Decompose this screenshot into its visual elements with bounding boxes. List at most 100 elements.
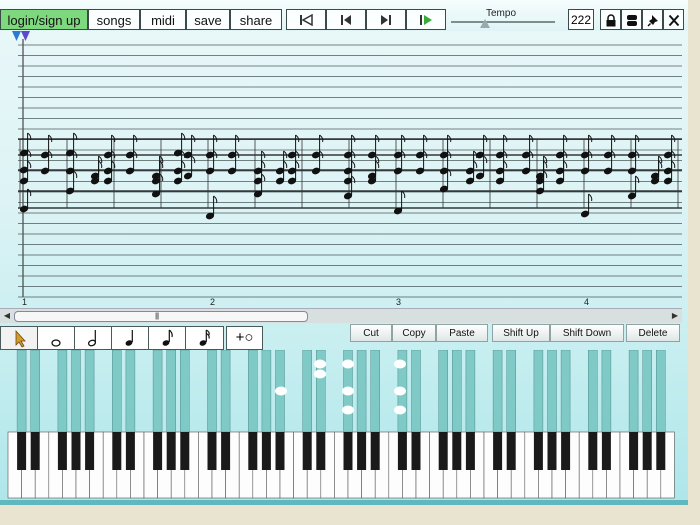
roll-column[interactable] (30, 350, 40, 433)
roll-column[interactable] (533, 350, 544, 433)
black-key[interactable] (370, 432, 380, 470)
roll-column[interactable] (370, 350, 380, 433)
step-forward-button[interactable] (366, 9, 406, 30)
roll-column[interactable] (560, 350, 571, 433)
eighth-note-tool[interactable] (149, 327, 186, 349)
roll-column[interactable] (180, 350, 190, 433)
select-tool[interactable] (1, 327, 38, 349)
roll-column[interactable] (71, 350, 81, 433)
roll-note[interactable] (314, 359, 326, 369)
black-key[interactable] (547, 432, 557, 470)
midi-button[interactable]: midi (140, 9, 186, 30)
black-key[interactable] (357, 432, 367, 470)
note-head[interactable] (90, 155, 103, 180)
roll-column[interactable] (465, 350, 476, 433)
roll-column[interactable] (547, 350, 557, 433)
black-key[interactable] (343, 432, 353, 470)
black-key[interactable] (533, 432, 543, 470)
black-key[interactable] (275, 432, 285, 470)
keyboard-toggle-button[interactable] (621, 9, 642, 30)
skip-to-start-button[interactable] (286, 9, 326, 30)
black-key[interactable] (248, 432, 258, 470)
roll-note[interactable] (342, 405, 354, 415)
note-head[interactable] (580, 193, 593, 218)
black-key[interactable] (57, 432, 67, 470)
note-head[interactable] (627, 175, 640, 200)
roll-column[interactable] (492, 350, 503, 433)
roll-note[interactable] (342, 386, 354, 396)
roll-note[interactable] (394, 405, 406, 415)
roll-column[interactable] (628, 350, 639, 433)
black-key[interactable] (125, 432, 135, 470)
black-key[interactable] (629, 432, 639, 470)
sixteenth-note-tool[interactable] (186, 327, 223, 349)
black-key[interactable] (642, 432, 652, 470)
roll-note[interactable] (275, 386, 287, 396)
note-head[interactable] (19, 132, 32, 157)
playhead-icon[interactable] (12, 31, 21, 41)
black-key[interactable] (506, 432, 516, 470)
login-button[interactable]: login/sign up (0, 9, 88, 30)
songs-button[interactable]: songs (88, 9, 140, 30)
shift-down-button[interactable]: Shift Down (550, 324, 624, 342)
piano-roll-keyboard[interactable] (0, 350, 686, 502)
black-key[interactable] (465, 432, 475, 470)
roll-column[interactable] (57, 350, 68, 433)
note-head[interactable] (19, 188, 32, 213)
piano-keyboard[interactable] (0, 350, 686, 502)
roll-column[interactable] (656, 350, 666, 433)
scroll-thumb[interactable]: |||| (14, 311, 308, 322)
black-key[interactable] (438, 432, 448, 470)
whole-note-tool[interactable] (38, 327, 75, 349)
note-head[interactable] (475, 155, 488, 180)
roll-column[interactable] (166, 350, 176, 433)
note-head[interactable] (173, 132, 186, 157)
roll-column[interactable] (601, 350, 612, 433)
pin-button[interactable] (642, 9, 663, 30)
black-key[interactable] (493, 432, 503, 470)
tempo-slider-thumb[interactable] (480, 19, 490, 28)
roll-column[interactable] (588, 350, 598, 433)
roll-column[interactable] (356, 350, 367, 433)
black-key[interactable] (261, 432, 271, 470)
roll-note[interactable] (342, 359, 354, 369)
paste-button[interactable]: Paste (436, 324, 488, 342)
close-button[interactable] (663, 9, 684, 30)
add-note-button[interactable]: +○ (226, 326, 263, 350)
quarter-note-tool[interactable] (112, 327, 149, 349)
roll-column[interactable] (112, 350, 122, 433)
roll-note[interactable] (394, 359, 406, 369)
roll-note[interactable] (394, 386, 406, 396)
black-key[interactable] (601, 432, 611, 470)
tempo-slider-track[interactable] (451, 21, 555, 23)
share-button[interactable]: share (230, 9, 282, 30)
roll-column[interactable] (302, 350, 312, 433)
note-head[interactable] (183, 155, 196, 180)
black-key[interactable] (17, 432, 27, 470)
roll-column[interactable] (506, 350, 516, 433)
scroll-left-icon[interactable]: ◀ (2, 310, 12, 321)
score-area[interactable]: 1 2 3 4 (0, 31, 686, 307)
black-key[interactable] (561, 432, 571, 470)
black-key[interactable] (112, 432, 122, 470)
black-key[interactable] (30, 432, 40, 470)
roll-column[interactable] (16, 350, 27, 433)
roll-column[interactable] (438, 350, 448, 433)
cut-button[interactable]: Cut (350, 324, 392, 342)
roll-column[interactable] (452, 350, 462, 433)
scroll-right-icon[interactable]: ▶ (670, 310, 680, 321)
black-key[interactable] (452, 432, 462, 470)
score-canvas[interactable]: 1 2 3 4 (0, 31, 686, 309)
black-key[interactable] (588, 432, 598, 470)
note-head[interactable] (650, 155, 663, 180)
horizontal-scrollbar[interactable]: ◀ |||| ▶ (0, 308, 682, 323)
black-key[interactable] (166, 432, 176, 470)
save-button[interactable]: save (186, 9, 230, 30)
roll-column[interactable] (125, 350, 136, 433)
black-key[interactable] (397, 432, 407, 470)
black-key[interactable] (153, 432, 163, 470)
black-key[interactable] (180, 432, 190, 470)
note-head[interactable] (393, 190, 406, 215)
roll-note[interactable] (314, 369, 326, 379)
black-key[interactable] (85, 432, 95, 470)
